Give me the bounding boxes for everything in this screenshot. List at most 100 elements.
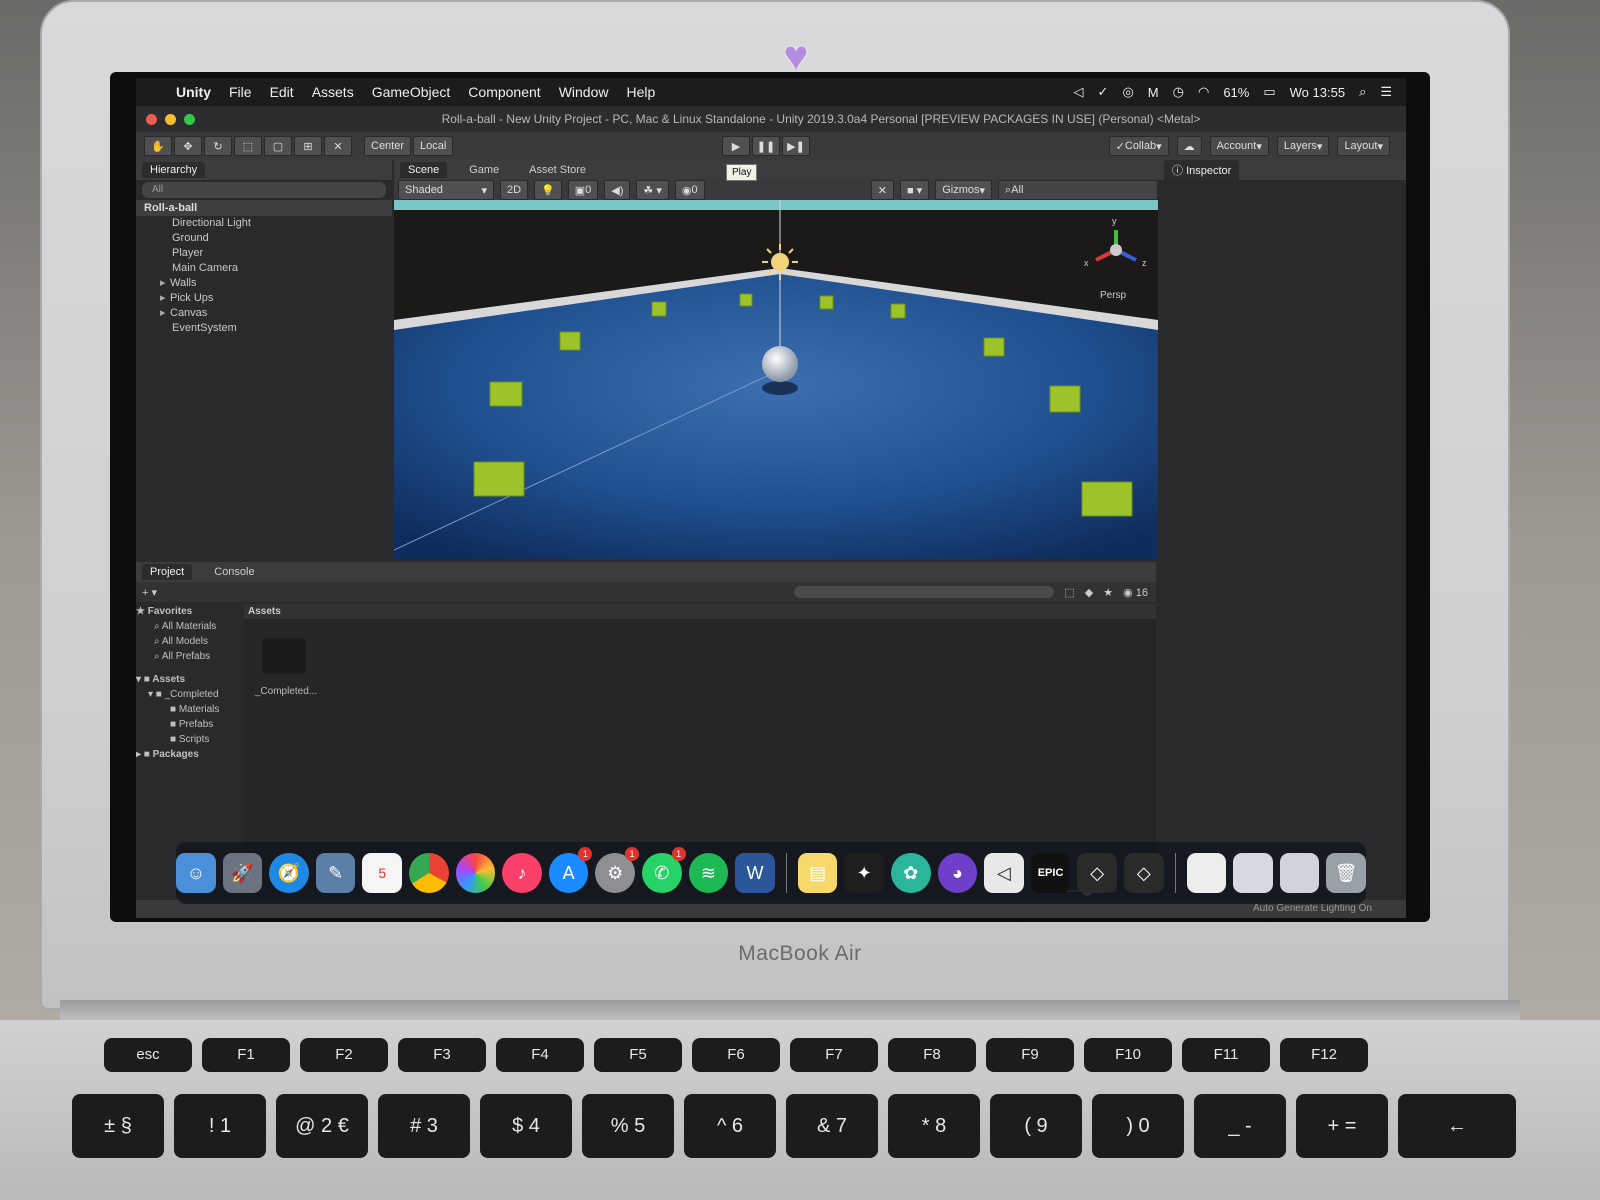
folder-item[interactable]: ▾ ■ _Completed xyxy=(136,687,242,702)
hierarchy-scene-root[interactable]: Roll-a-ball xyxy=(136,200,392,216)
clock[interactable]: Wo 13:55 xyxy=(1290,85,1345,100)
spotify-icon[interactable]: ≋ xyxy=(688,853,729,893)
scene-search-input[interactable]: ⌕ All xyxy=(998,180,1158,200)
malwarebytes-icon[interactable]: M xyxy=(1148,85,1159,100)
step-button[interactable]: ▶❚ xyxy=(782,136,810,156)
tab-scene[interactable]: Scene xyxy=(400,162,448,178)
check-status-icon[interactable]: ✓ xyxy=(1098,84,1109,100)
document-icon[interactable] xyxy=(1186,853,1227,893)
favorite-item[interactable]: ⌕ All Prefabs xyxy=(136,649,242,664)
hierarchy-item[interactable]: Main Camera xyxy=(136,261,392,276)
pickup-cube[interactable] xyxy=(473,461,525,497)
hierarchy-item[interactable]: ▸ Walls xyxy=(136,276,392,291)
pickup-cube[interactable] xyxy=(819,295,834,310)
custom-tool-button[interactable]: ✕ xyxy=(324,136,352,156)
figma-icon[interactable]: ✦ xyxy=(844,853,884,893)
key-f2[interactable]: F2 xyxy=(300,1038,388,1072)
unity-editor-icon[interactable]: ◇ xyxy=(1123,853,1164,893)
notification-center-icon[interactable]: ☰ xyxy=(1380,84,1392,100)
pickup-cube[interactable] xyxy=(489,381,523,407)
calendar-icon[interactable]: 5 xyxy=(362,853,403,893)
expand-arrow-icon[interactable]: ▸ xyxy=(160,308,170,319)
minimize-window-button[interactable] xyxy=(165,113,176,125)
key-2[interactable]: @ 2 € xyxy=(276,1094,368,1158)
sourcetree-icon[interactable]: ✿ xyxy=(890,853,931,893)
key-f10[interactable]: F10 xyxy=(1084,1038,1172,1072)
folder-item[interactable]: ■ Scripts xyxy=(136,732,242,747)
safari-icon[interactable]: 🧭 xyxy=(269,853,309,893)
key-4[interactable]: $ 4 xyxy=(480,1094,572,1158)
tab-project[interactable]: Project xyxy=(142,564,193,580)
key-f1[interactable]: F1 xyxy=(202,1038,290,1072)
key-1[interactable]: ! 1 xyxy=(174,1094,266,1158)
chrome-icon[interactable] xyxy=(409,853,449,893)
folder-icon[interactable] xyxy=(262,638,306,674)
tab-console[interactable]: Console xyxy=(206,564,262,580)
unity-icon[interactable]: ◇ xyxy=(1077,853,1117,893)
hierarchy-search-input[interactable]: All xyxy=(142,182,386,198)
folder-item[interactable]: ■ Prefabs xyxy=(136,717,242,732)
assets-folder[interactable]: ▾ ■ Assets xyxy=(136,672,242,687)
close-window-button[interactable] xyxy=(146,113,157,125)
folder-name[interactable]: _Completed... xyxy=(254,686,318,697)
collab-dropdown[interactable]: ✓ Collab ▾ xyxy=(1108,136,1169,156)
key-f8[interactable]: F8 xyxy=(888,1038,976,1072)
pickup-cube[interactable] xyxy=(890,303,906,319)
menu-gameobject[interactable]: GameObject xyxy=(372,84,451,100)
filter-label-icon[interactable]: ◆ xyxy=(1085,586,1093,599)
hand-tool-button[interactable]: ✋ xyxy=(144,136,172,156)
camera-dropdown[interactable]: ■ ▾ xyxy=(899,180,930,200)
key-3[interactable]: # 3 xyxy=(378,1094,470,1158)
packages-folder[interactable]: ▸ ■ Packages xyxy=(136,747,242,762)
player-ball[interactable] xyxy=(762,346,798,382)
scene-viewport[interactable]: y x z Persp xyxy=(394,200,1158,560)
hierarchy-item[interactable]: Directional Light xyxy=(136,216,392,231)
menu-edit[interactable]: Edit xyxy=(270,84,294,100)
filter-type-icon[interactable]: ⬚ xyxy=(1064,586,1074,599)
scale-tool-button[interactable]: ⬚ xyxy=(234,136,262,156)
tab-inspector[interactable]: ⓘ Inspector xyxy=(1164,160,1240,180)
creative-cloud-icon[interactable]: ◎ xyxy=(1122,84,1133,100)
key-f6[interactable]: F6 xyxy=(692,1038,780,1072)
shading-mode-dropdown[interactable]: Shaded ▾ xyxy=(398,180,494,200)
key-8[interactable]: * 8 xyxy=(888,1094,980,1158)
directional-light-icon[interactable] xyxy=(762,244,798,280)
key-7[interactable]: & 7 xyxy=(786,1094,878,1158)
trash-icon[interactable]: 🗑 xyxy=(1326,853,1366,893)
stickies-icon[interactable]: ▤ xyxy=(797,853,838,893)
key-backspace[interactable]: ← xyxy=(1398,1094,1516,1158)
mode-2d-toggle[interactable]: 2D xyxy=(500,180,529,200)
tab-game[interactable]: Game xyxy=(461,162,507,178)
tools-icon[interactable]: ✕ xyxy=(870,180,894,200)
menu-file[interactable]: File xyxy=(229,84,252,100)
folder-item[interactable]: ■ Materials xyxy=(136,702,242,717)
expand-arrow-icon[interactable]: ▸ xyxy=(160,278,170,289)
epic-games-icon[interactable]: EPIC xyxy=(1030,853,1071,893)
pause-button[interactable]: ❚❚ xyxy=(752,136,780,156)
menu-help[interactable]: Help xyxy=(626,84,655,100)
photos-icon[interactable] xyxy=(455,853,496,893)
pickup-cube[interactable] xyxy=(983,337,1005,357)
favorites-header[interactable]: ★ Favorites xyxy=(136,604,242,619)
key-section[interactable]: ± § xyxy=(72,1094,164,1158)
key-9[interactable]: ( 9 xyxy=(990,1094,1082,1158)
lighting-toggle-icon[interactable]: 💡 xyxy=(534,180,562,200)
key-5[interactable]: % 5 xyxy=(582,1094,674,1158)
play-button[interactable]: ▶ xyxy=(722,136,750,156)
rotate-tool-button[interactable]: ↻ xyxy=(204,136,232,156)
key-esc[interactable]: esc xyxy=(104,1038,192,1072)
pickup-cube[interactable] xyxy=(1081,481,1133,517)
menu-window[interactable]: Window xyxy=(559,84,609,100)
zoom-window-button[interactable] xyxy=(184,113,195,125)
key-0[interactable]: ) 0 xyxy=(1092,1094,1184,1158)
whatsapp-icon[interactable]: ✆ 1 xyxy=(642,847,686,893)
hidden-objects-toggle[interactable]: ◉ 0 xyxy=(674,180,705,200)
hidden-packages-toggle[interactable]: ◉ 16 xyxy=(1123,586,1148,599)
key-f4[interactable]: F4 xyxy=(496,1038,584,1072)
fx-toggle-icon[interactable]: ▣ 0 xyxy=(567,180,599,200)
layers-dropdown[interactable]: Layers ▾ xyxy=(1276,136,1330,156)
key-f11[interactable]: F11 xyxy=(1182,1038,1270,1072)
create-dropdown[interactable]: + ▾ xyxy=(142,586,157,599)
system-preferences-icon[interactable]: ⚙ 1 xyxy=(595,847,640,893)
spotlight-search-icon[interactable]: ⌕ xyxy=(1359,84,1366,100)
